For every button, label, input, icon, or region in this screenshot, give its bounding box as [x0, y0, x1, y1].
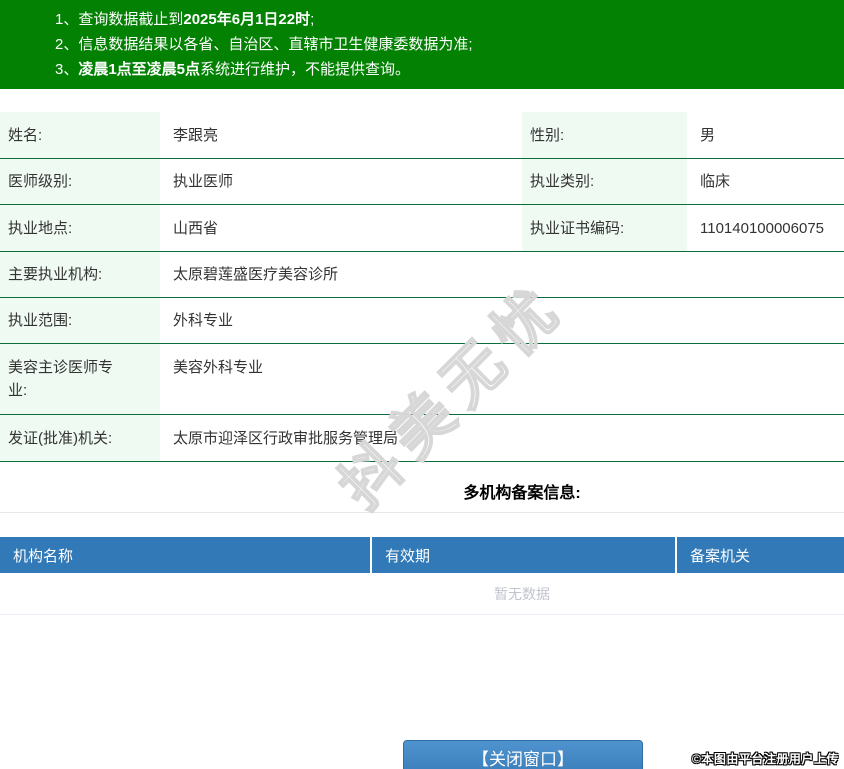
name-cell: 姓名: 李跟亮	[0, 112, 522, 158]
notice-line-1: 1、查询数据截止到2025年6月1日22时;	[55, 7, 844, 32]
table-row: 执业地点: 山西省 执业证书编码: 110140100006075	[0, 205, 844, 252]
gender-label: 性别:	[522, 112, 687, 158]
practice-location-label: 执业地点:	[0, 205, 160, 251]
doctor-info-table: 姓名: 李跟亮 性别: 男 医师级别: 执业医师 执业类别: 临床	[0, 112, 844, 462]
table-row: 主要执业机构: 太原碧莲盛医疗美容诊所	[0, 252, 844, 298]
name-label: 姓名:	[0, 112, 160, 158]
practice-location-cell: 执业地点: 山西省	[0, 205, 522, 251]
certificate-number-cell: 执业证书编码: 110140100006075	[522, 205, 844, 251]
notice-banner: 1、查询数据截止到2025年6月1日22时; 2、信息数据结果以各省、自治区、直…	[0, 0, 844, 89]
doctor-level-cell: 医师级别: 执业医师	[0, 159, 522, 204]
practice-category-value: 临床	[687, 170, 730, 193]
table-row: 姓名: 李跟亮 性别: 男	[0, 112, 844, 159]
cosmetic-specialty-value: 美容外科专业	[160, 344, 263, 379]
practice-scope-label: 执业范围:	[0, 298, 160, 343]
filing-table: 机构名称 有效期 备案机关 暂无数据	[0, 537, 844, 615]
table-row: 医师级别: 执业医师 执业类别: 临床	[0, 159, 844, 205]
column-header-filing-authority: 备案机关	[675, 537, 844, 573]
practice-scope-value: 外科专业	[160, 309, 233, 332]
cosmetic-specialty-cell: 美容主诊医师专业: 美容外科专业	[0, 344, 844, 414]
name-value: 李跟亮	[160, 124, 218, 147]
gender-value: 男	[687, 124, 715, 147]
certificate-number-label: 执业证书编码:	[522, 205, 687, 251]
issuing-authority-cell: 发证(批准)机关: 太原市迎泽区行政审批服务管理局	[0, 415, 844, 461]
query-result-page: 1、查询数据截止到2025年6月1日22时; 2、信息数据结果以各省、自治区、直…	[0, 0, 844, 769]
multi-institution-section-title: 多机构备案信息:	[0, 462, 844, 513]
certificate-number-value: 110140100006075	[687, 217, 824, 240]
issuing-authority-label: 发证(批准)机关:	[0, 415, 160, 461]
practice-location-value: 山西省	[160, 217, 218, 240]
table-row: 执业范围: 外科专业	[0, 298, 844, 344]
practice-category-label: 执业类别:	[522, 159, 687, 204]
notice-line-2: 2、信息数据结果以各省、自治区、直辖市卫生健康委数据为准;	[55, 32, 844, 57]
table-row: 美容主诊医师专业: 美容外科专业	[0, 344, 844, 415]
main-institution-label: 主要执业机构:	[0, 252, 160, 297]
notice-line-3: 3、凌晨1点至凌晨5点系统进行维护，不能提供查询。	[55, 57, 844, 82]
table-row: 发证(批准)机关: 太原市迎泽区行政审批服务管理局	[0, 415, 844, 462]
column-header-validity-period: 有效期	[370, 537, 675, 573]
doctor-level-label: 医师级别:	[0, 159, 160, 204]
practice-category-cell: 执业类别: 临床	[522, 159, 844, 204]
page-content: 1、查询数据截止到2025年6月1日22时; 2、信息数据结果以各省、自治区、直…	[0, 0, 844, 615]
empty-data-placeholder: 暂无数据	[0, 573, 844, 615]
close-window-button[interactable]: 【关闭窗口】	[403, 740, 643, 769]
cosmetic-specialty-label: 美容主诊医师专业:	[0, 344, 160, 414]
doctor-level-value: 执业医师	[160, 170, 233, 193]
main-institution-cell: 主要执业机构: 太原碧莲盛医疗美容诊所	[0, 252, 844, 297]
issuing-authority-value: 太原市迎泽区行政审批服务管理局	[160, 427, 398, 450]
gender-cell: 性别: 男	[522, 112, 844, 158]
column-header-institution-name: 机构名称	[0, 537, 370, 573]
main-institution-value: 太原碧莲盛医疗美容诊所	[160, 263, 338, 286]
filing-table-header: 机构名称 有效期 备案机关	[0, 537, 844, 573]
practice-scope-cell: 执业范围: 外科专业	[0, 298, 844, 343]
copyright-stamp: ©本图由平台注册用户上传	[692, 750, 839, 767]
